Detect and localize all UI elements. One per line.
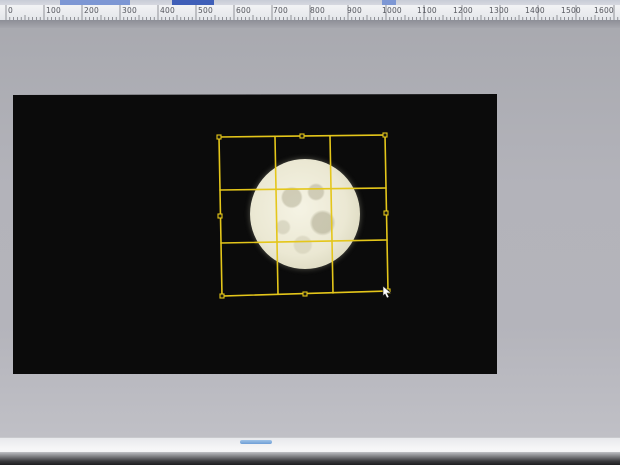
scrollbar-thumb[interactable] (240, 440, 272, 444)
selection-handle-top-right[interactable] (382, 132, 388, 138)
selection-handle-top[interactable] (299, 133, 305, 139)
selection-handle-bottom-left[interactable] (219, 293, 225, 299)
resize-cursor-icon (382, 285, 392, 299)
grid-line (329, 135, 334, 294)
grid-line (274, 136, 279, 295)
grid-line (219, 187, 387, 191)
selection-handle-left[interactable] (217, 213, 223, 219)
selection-handle-bottom[interactable] (302, 291, 308, 297)
selection-handle-top-left[interactable] (216, 134, 222, 140)
monitor-bezel (0, 452, 620, 465)
screen: 0 100 200 300 400 500 600 700 800 900 10… (0, 0, 620, 465)
selection-handle-right[interactable] (383, 210, 389, 216)
grid-line (220, 239, 388, 244)
selection-border (218, 134, 389, 297)
crop-selection[interactable] (0, 0, 620, 465)
